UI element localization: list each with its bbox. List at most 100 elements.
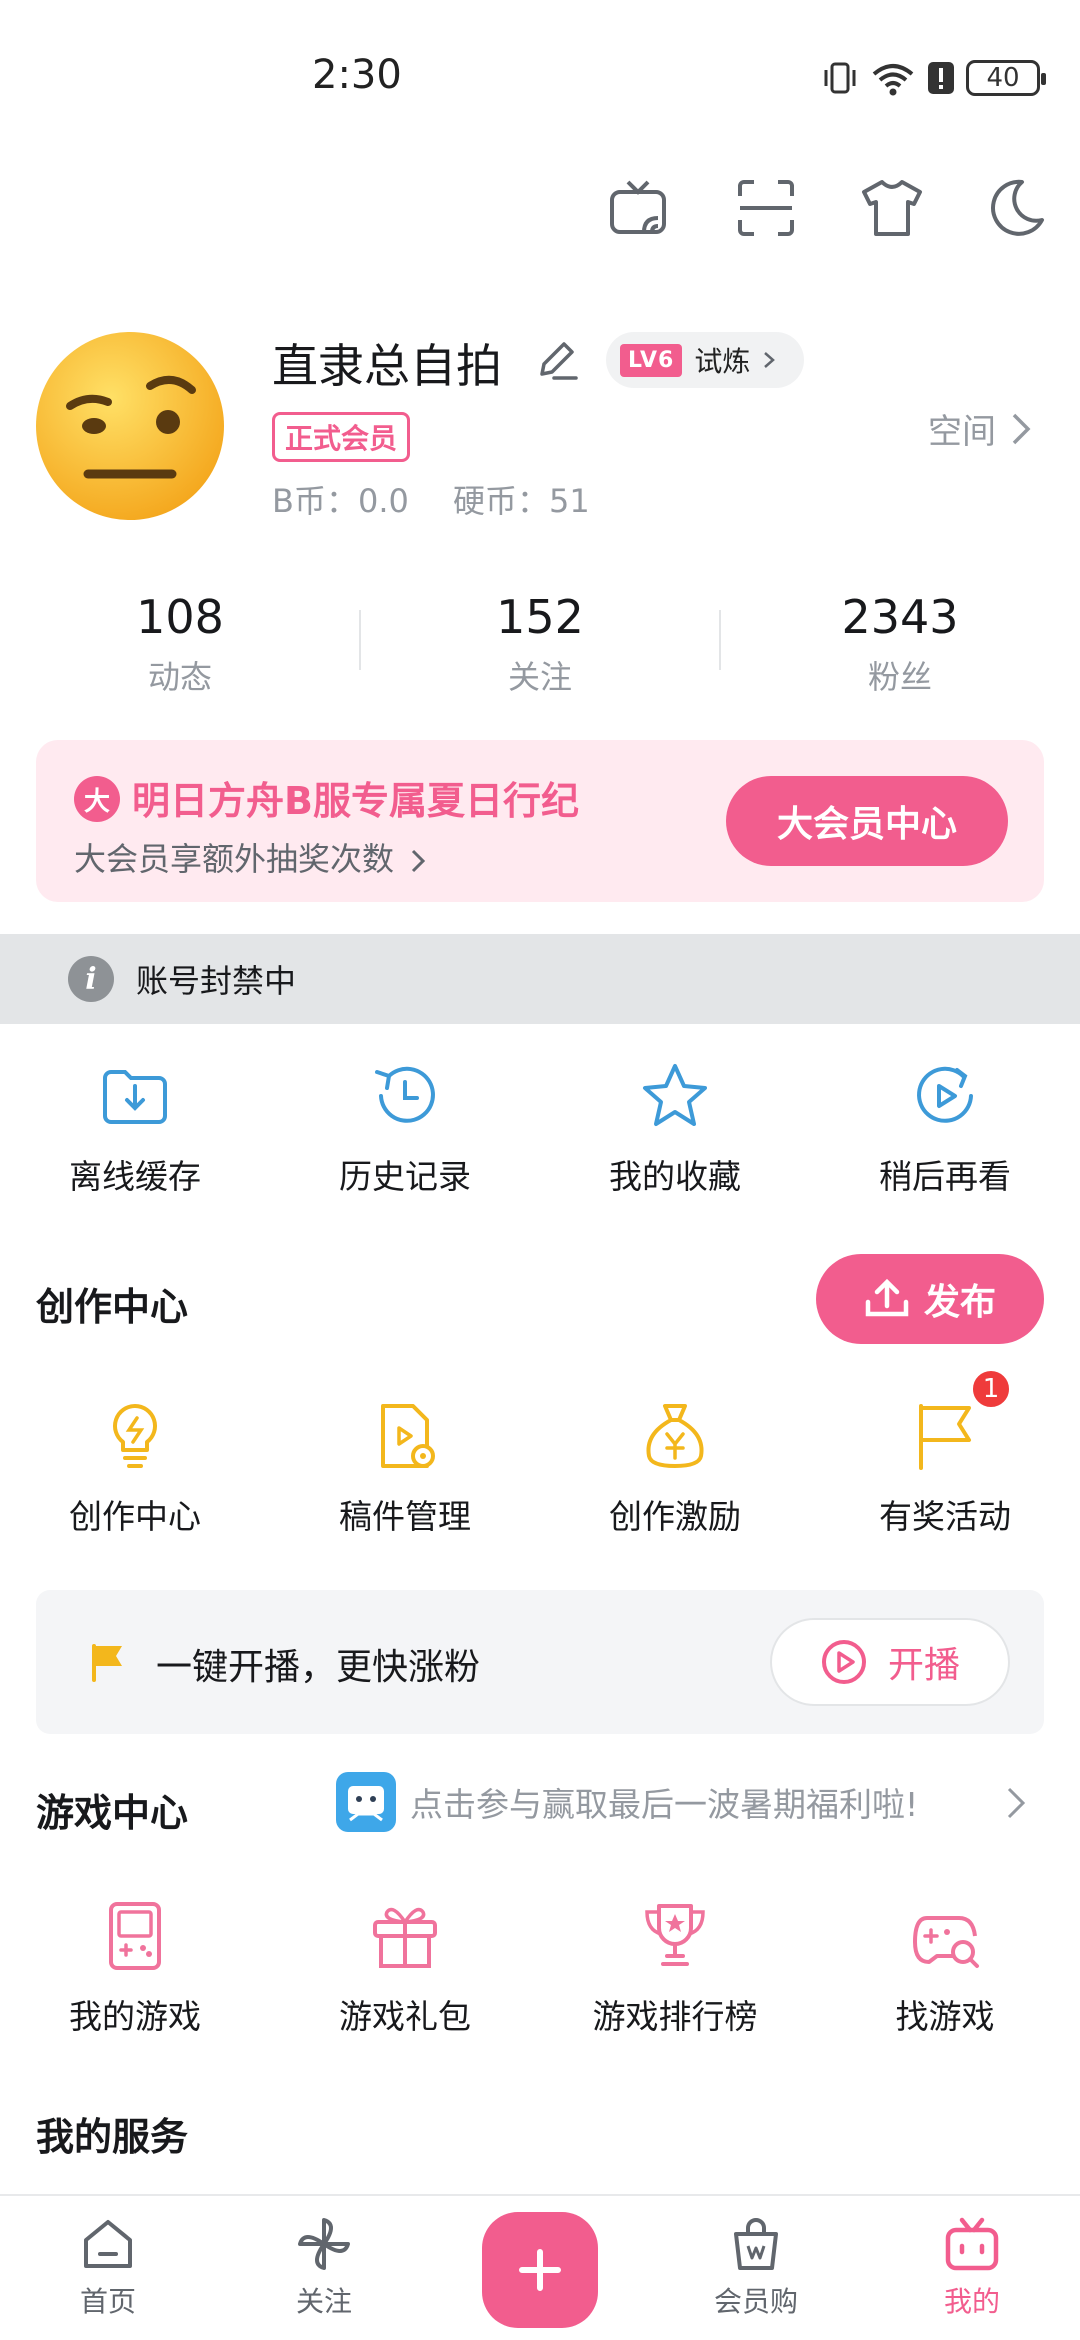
live-card[interactable]: 一键开播，更快涨粉 开播 [36, 1590, 1044, 1734]
publish-button[interactable]: 发布 [816, 1254, 1044, 1344]
avatar[interactable] [32, 328, 228, 524]
services-section-title: 我的服务 [36, 2115, 189, 2159]
game-item-gift-pack[interactable]: 游戏礼包 [270, 1898, 540, 2038]
play-circle-icon [821, 1640, 866, 1684]
creation-item-label: 有奖活动 [879, 1497, 1011, 1536]
creation-item-manuscripts[interactable]: 稿件管理 [270, 1398, 540, 1538]
vip-center-button[interactable]: 大会员中心 [726, 776, 1008, 866]
game-mascot-icon [336, 1772, 396, 1832]
game-item-label: 游戏排行榜 [592, 1997, 758, 2036]
quick-item-history[interactable]: 历史记录 [270, 1058, 540, 1198]
wifi-icon [872, 64, 914, 96]
watch-later-icon [917, 1066, 973, 1123]
publish-label: 发布 [923, 1282, 996, 1323]
level-text: 试炼 [694, 345, 751, 378]
live-card-text: 一键开播，更快涨粉 [156, 1647, 481, 1688]
username: 直隶总自拍 [272, 339, 502, 393]
battery-indicator: 40 [966, 60, 1046, 96]
space-link-label: 空间 [928, 412, 996, 452]
stat-fans[interactable]: 2343 粉丝 [720, 590, 1080, 698]
history-icon [375, 1066, 435, 1123]
nav-label: 首页 [79, 2285, 136, 2318]
game-item-my-games[interactable]: 我的游戏 [0, 1898, 270, 2038]
quick-item-label: 离线缓存 [69, 1157, 201, 1196]
tv-mascot-icon [945, 2217, 999, 2271]
scan-icon[interactable] [734, 176, 798, 240]
quick-item-favorites[interactable]: 我的收藏 [540, 1058, 810, 1198]
vip-banner-subtitle-text: 大会员享额外抽奖次数 [74, 840, 395, 878]
quick-item-label: 历史记录 [339, 1157, 471, 1196]
game-section-title: 游戏中心 [36, 1791, 189, 1835]
gamepad-search-icon [913, 1916, 979, 1968]
quick-item-label: 稍后再看 [879, 1157, 1011, 1196]
shopping-bag-icon [734, 2218, 778, 2270]
nav-following[interactable]: 关注 [244, 2214, 404, 2320]
status-time: 2:30 [312, 52, 402, 98]
quick-item-label: 我的收藏 [609, 1157, 741, 1196]
stat-label: 粉丝 [867, 658, 932, 696]
star-icon [643, 1064, 707, 1126]
game-item-label: 游戏礼包 [339, 1997, 471, 2036]
vip-banner-subtitle: 大会员享额外抽奖次数 [74, 834, 426, 880]
home-icon [84, 2220, 132, 2268]
quick-item-offline[interactable]: 离线缓存 [0, 1058, 270, 1198]
status-icons: 40 [820, 58, 1046, 98]
tshirt-icon[interactable] [860, 176, 924, 240]
info-icon: i [68, 956, 114, 1002]
game-item-label: 找游戏 [895, 1997, 995, 2036]
b-coin-balance: B币：0.0 [272, 482, 409, 520]
game-promo-text: 点击参与赢取最后一波暑期福利啦! [410, 1785, 919, 1824]
creation-item-incentive[interactable]: 创作激励 [540, 1398, 810, 1538]
creation-item-center[interactable]: 创作中心 [0, 1398, 270, 1538]
nav-vip-shop[interactable]: 会员购 [676, 2214, 836, 2320]
creation-item-activities[interactable]: 有奖活动 [810, 1398, 1080, 1538]
stat-value: 152 [496, 590, 584, 644]
trophy-icon [645, 1904, 705, 1966]
coins-row: B币：0.0 硬币：51 [272, 476, 624, 522]
plus-icon [519, 2249, 561, 2291]
stat-label: 动态 [147, 658, 212, 696]
vip-badge-icon: 大 [74, 776, 120, 822]
manuscript-icon [381, 1404, 435, 1468]
pinwheel-icon [298, 2218, 350, 2270]
nav-label: 我的 [943, 2285, 1000, 2318]
vibrate-icon [824, 62, 856, 94]
level-chip[interactable]: LV6 试炼 [606, 332, 805, 388]
start-live-button[interactable]: 开播 [770, 1618, 1010, 1706]
game-item-find-games[interactable]: 找游戏 [810, 1898, 1080, 2038]
stat-dynamics[interactable]: 108 动态 [0, 590, 360, 698]
edit-pencil-icon[interactable] [534, 336, 580, 382]
quick-item-watch-later[interactable]: 稍后再看 [810, 1058, 1080, 1198]
hard-coin-balance: 硬币：51 [453, 482, 590, 520]
creation-section-title: 创作中心 [36, 1285, 189, 1329]
moon-icon[interactable] [984, 176, 1048, 240]
flag-icon [919, 1404, 971, 1470]
stat-label: 关注 [507, 658, 572, 696]
lightbulb-icon [113, 1404, 157, 1468]
vip-banner-title: 明日方舟B服专属夏日行纪 [132, 779, 579, 823]
stat-value: 2343 [841, 590, 959, 644]
vip-tag: 正式会员 [272, 412, 411, 462]
game-promo[interactable]: 点击参与赢取最后一波暑期福利啦! [336, 1772, 918, 1832]
level-badge: LV6 [620, 343, 683, 377]
gameboy-icon [109, 1902, 161, 1970]
game-item-rankings[interactable]: 游戏排行榜 [540, 1898, 810, 2038]
chevron-right-icon[interactable] [1006, 1786, 1026, 1820]
space-link[interactable]: 空间 [928, 404, 1032, 453]
nav-mine[interactable]: 我的 [892, 2214, 1052, 2320]
tv-cast-icon[interactable] [606, 176, 670, 240]
upload-icon [865, 1278, 909, 1317]
stat-following[interactable]: 152 关注 [360, 590, 720, 698]
offline-download-icon [103, 1070, 167, 1124]
creation-item-label: 创作激励 [609, 1497, 741, 1536]
flag-icon [92, 1644, 122, 1682]
game-item-label: 我的游戏 [69, 1997, 201, 2036]
creation-item-label: 创作中心 [69, 1497, 201, 1536]
vip-banner[interactable]: 大 明日方舟B服专属夏日行纪 大会员享额外抽奖次数 大会员中心 [36, 740, 1044, 902]
chevron-right-icon [764, 352, 776, 368]
gift-icon [373, 1907, 437, 1968]
nav-home[interactable]: 首页 [28, 2214, 188, 2320]
plus-button[interactable] [482, 2212, 598, 2328]
chevron-right-icon [1012, 413, 1031, 444]
account-notice[interactable]: i 账号封禁中 [0, 934, 1080, 1024]
